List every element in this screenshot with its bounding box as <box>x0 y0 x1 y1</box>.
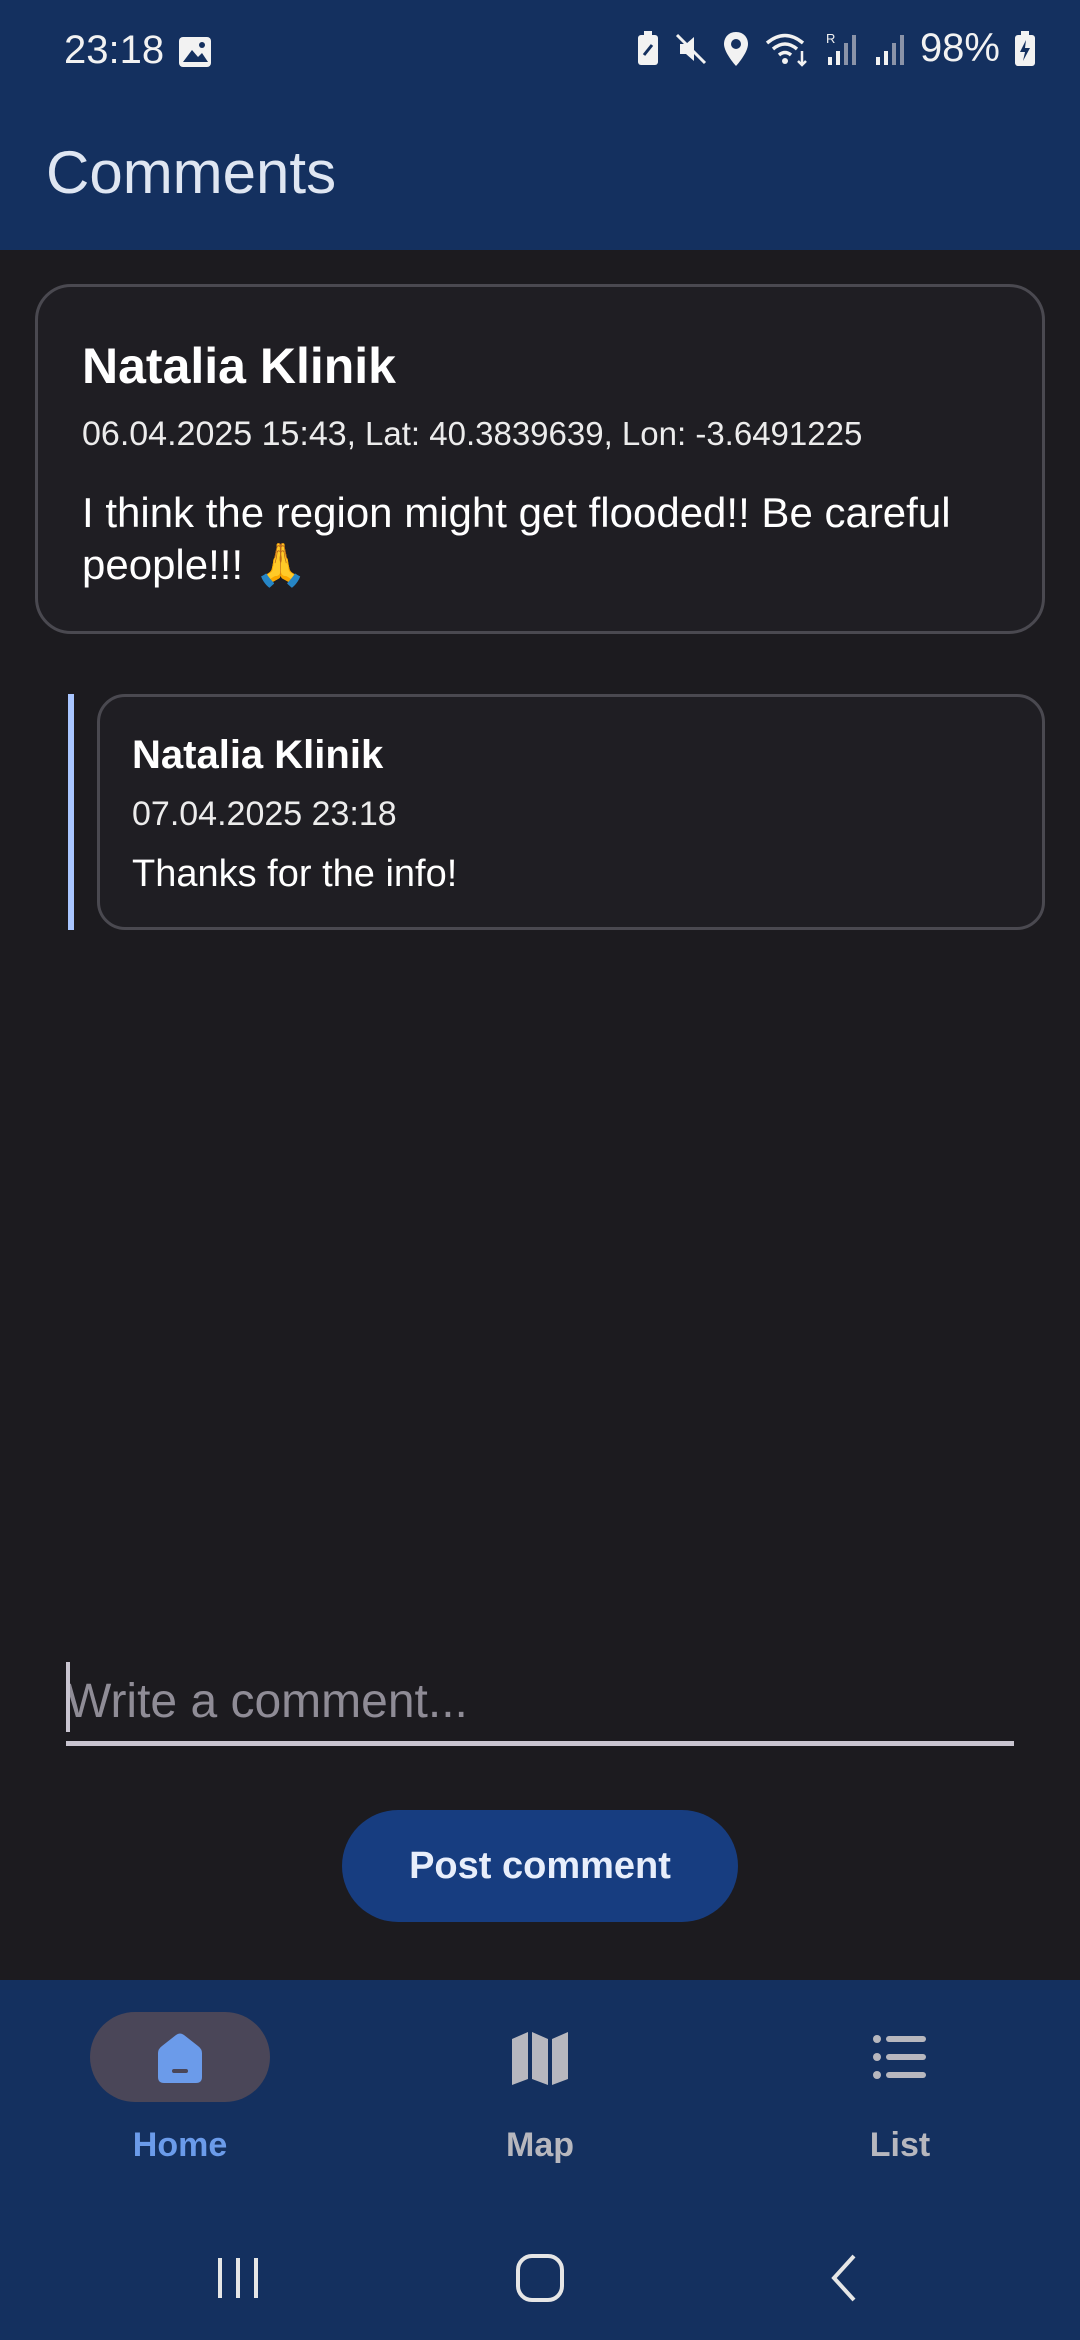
signal-r-icon: R <box>826 31 856 65</box>
comment-author: Natalia Klinik <box>82 338 396 394</box>
battery-saver-icon <box>637 30 658 65</box>
comment-card[interactable]: Natalia Klinik 06.04.2025 15:43, Lat: 40… <box>35 284 1045 634</box>
reply-indent-bar <box>68 694 74 930</box>
location-icon <box>723 31 748 66</box>
status-bar: 23:18 R 98% <box>0 0 1080 108</box>
status-time: 23:18 <box>64 28 165 72</box>
nav-item-list[interactable]: List <box>760 1980 1040 2200</box>
gallery-icon <box>179 37 211 67</box>
reply-text: Thanks for the info! <box>132 853 458 895</box>
comment-meta: 06.04.2025 15:43, Lat: 40.3839639, Lon: … <box>82 415 862 454</box>
back-icon[interactable] <box>824 2252 864 2304</box>
comment-date: 06.04.2025 15:43 <box>82 415 347 453</box>
mute-icon <box>675 33 706 64</box>
comment-input[interactable] <box>66 1662 1014 1746</box>
reply-author: Natalia Klinik <box>132 733 384 777</box>
battery-charging-icon <box>1015 30 1035 66</box>
nav-item-map[interactable]: Map <box>400 1980 680 2200</box>
nav-label-home: Home <box>132 2126 228 2164</box>
wifi-icon <box>765 33 807 67</box>
text-cursor <box>66 1662 70 1732</box>
nav-label-map: Map <box>506 2126 574 2164</box>
nav-active-indicator <box>90 2012 270 2102</box>
reply-card[interactable]: Natalia Klinik 07.04.2025 23:18 Thanks f… <box>97 694 1045 930</box>
svg-text:R: R <box>826 31 835 46</box>
page-title: Comments <box>46 139 337 206</box>
status-icons: R 98% <box>636 26 1036 71</box>
battery-percent: 98% <box>919 26 1000 70</box>
comment-text: I think the region might get flooded!! B… <box>82 489 951 588</box>
home-button-icon[interactable] <box>514 2252 566 2304</box>
recents-icon[interactable] <box>214 2252 262 2304</box>
list-icon <box>873 2035 926 2079</box>
nav-item-home[interactable]: Home <box>40 1980 320 2200</box>
post-comment-button[interactable]: Post comment <box>342 1810 738 1922</box>
reply-date: 07.04.2025 23:18 <box>132 795 397 833</box>
comment-location: , Lat: 40.3839639, Lon: -3.6491225 <box>346 415 863 452</box>
home-icon <box>158 2033 202 2083</box>
map-icon <box>512 2032 568 2085</box>
app-bar: Comments <box>0 108 1080 250</box>
system-navigation <box>0 2230 1080 2340</box>
nav-label-list: List <box>869 2126 931 2164</box>
bottom-navigation: Home Map List <box>0 1980 1080 2340</box>
signal-icon <box>875 34 904 65</box>
